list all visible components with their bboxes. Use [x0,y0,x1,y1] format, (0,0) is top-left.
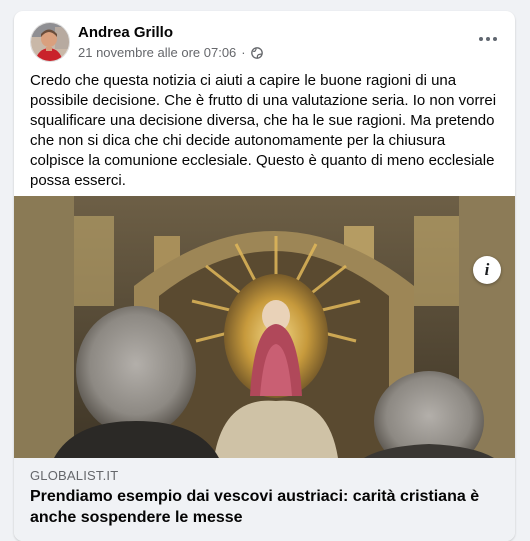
post-text: Credo che questa notizia ci aiuti a capi… [30,72,497,189]
meta-separator: · [241,45,246,60]
avatar-image [31,23,69,61]
link-preview[interactable]: GLOBALIST.IT Prendiamo esempio dai vesco… [14,458,515,541]
globe-icon[interactable] [250,46,263,59]
author-name[interactable]: Andrea Grillo [78,24,173,41]
post-timestamp[interactable]: 21 novembre alle ore 07:06 [78,45,236,60]
altar-photo [14,196,515,458]
more-options-icon[interactable] [475,29,501,49]
link-headline[interactable]: Prendiamo esempio dai vescovi austriaci:… [30,486,490,528]
post-card: Andrea Grillo 21 novembre alle ore 07:06… [14,11,515,541]
avatar[interactable] [30,22,70,62]
info-icon[interactable]: i [473,256,501,284]
post-header: Andrea Grillo 21 novembre alle ore 07:06… [14,11,515,71]
link-domain: GLOBALIST.IT [30,468,119,483]
post-meta: 21 novembre alle ore 07:06 · [78,45,263,60]
link-preview-image[interactable] [14,196,515,458]
